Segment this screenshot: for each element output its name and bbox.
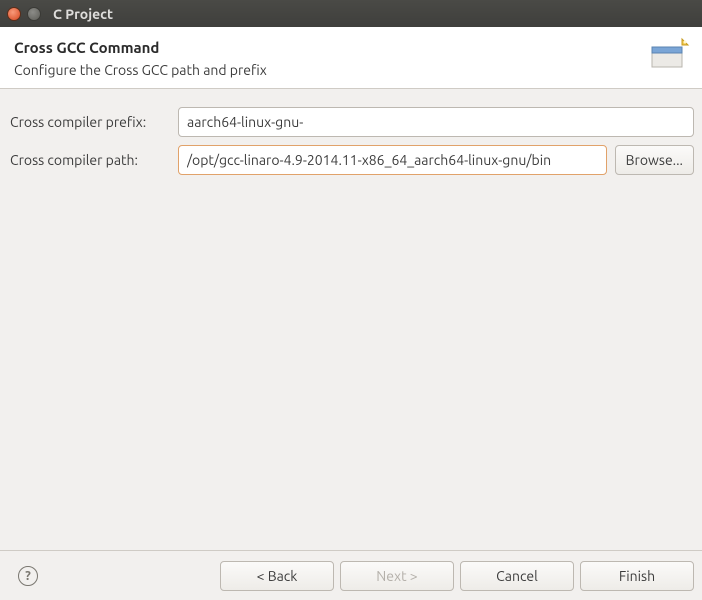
page-subtitle: Configure the Cross GCC path and prefix [14, 62, 688, 78]
close-icon[interactable] [7, 7, 21, 21]
prefix-row: Cross compiler prefix: [8, 107, 694, 137]
path-label: Cross compiler path: [8, 152, 170, 168]
window-title: C Project [53, 6, 113, 22]
finish-button[interactable]: Finish [580, 561, 694, 591]
wizard-banner-icon [648, 37, 690, 76]
minimize-icon[interactable] [27, 7, 41, 21]
next-button: Next > [340, 561, 454, 591]
browse-button[interactable]: Browse... [615, 145, 694, 175]
wizard-footer: ? < Back Next > Cancel Finish [0, 550, 702, 600]
path-row: Cross compiler path: Browse... [8, 145, 694, 175]
prefix-input[interactable] [178, 107, 694, 137]
back-button[interactable]: < Back [220, 561, 334, 591]
wizard-header: Cross GCC Command Configure the Cross GC… [0, 27, 702, 89]
wizard-content: Cross compiler prefix: Cross compiler pa… [0, 89, 702, 191]
help-icon[interactable]: ? [18, 566, 38, 586]
window-titlebar: C Project [0, 0, 702, 27]
prefix-label: Cross compiler prefix: [8, 114, 170, 130]
page-title: Cross GCC Command [14, 39, 688, 56]
path-input[interactable] [178, 145, 607, 175]
cancel-button[interactable]: Cancel [460, 561, 574, 591]
